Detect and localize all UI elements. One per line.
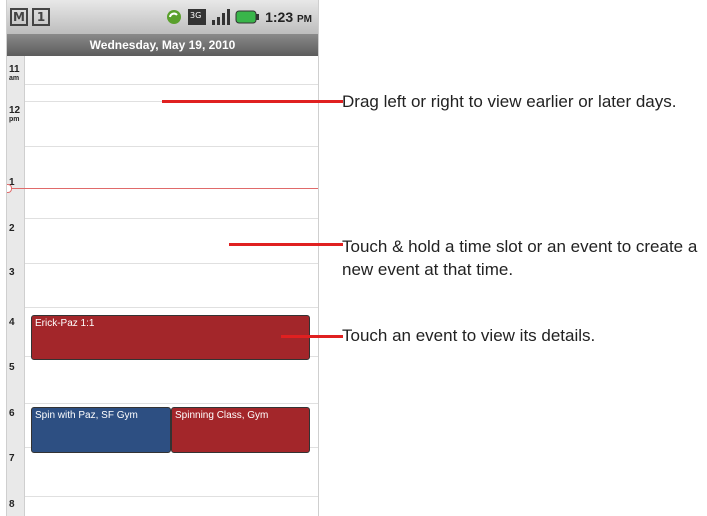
svg-text:3G: 3G [190,11,201,20]
day-header: Wednesday, May 19, 2010 [7,34,318,56]
event-spinning-class[interactable]: Spinning Class, Gym [171,407,310,453]
callout-line-touch-event [281,335,343,338]
hour-gridline [25,263,318,264]
hour-label: 6 [9,408,15,419]
hour-label: 5 [9,362,15,373]
callout-touch-hold-text: Touch & hold a time slot or an event to … [342,237,698,279]
event-title: Spinning Class, Gym [175,410,269,421]
hour-label: 4 [9,317,15,328]
hour-gridline [25,146,318,147]
event-spin-with-paz[interactable]: Spin with Paz, SF Gym [31,407,171,453]
status-bar: M 1 3G 1:23 PM [7,0,318,34]
status-bar-left: M 1 [10,6,54,28]
calendar-phone-screen: M 1 3G 1:23 PM Wednesday, May 19, 2010 1… [6,0,319,516]
hour-label: 7 [9,453,15,464]
gmail-icon: M [10,8,28,26]
hour-gridline [25,496,318,497]
status-bar-right: 3G 1:23 PM [165,6,312,28]
sync-icon [167,10,182,24]
event-title: Erick-Paz 1:1 [35,318,95,329]
hour-gutter [7,56,25,516]
3g-icon: 3G [188,9,207,25]
hour-label: 8 [9,499,15,510]
current-time-line [7,188,318,189]
hour-label: 2 [9,223,15,234]
hour-label: 11 am [9,64,20,83]
callout-line-drag [162,100,343,103]
hour-gridline [25,218,318,219]
battery-icon [235,10,260,24]
hour-gridline [25,307,318,308]
hour-gridline [25,403,318,404]
hour-label: 3 [9,267,15,278]
callout-line-touch-hold [229,243,343,246]
hour-label: 12 pm [9,105,21,124]
callout-drag-text: Drag left or right to view earlier or la… [342,92,677,111]
event-erick-paz[interactable]: Erick-Paz 1:1 [31,315,310,360]
signal-icon [212,9,231,25]
hour-gridline [25,84,318,85]
callout-touch-event-text: Touch an event to view its details. [342,326,596,345]
calendar-notification-icon: 1 [32,8,50,26]
event-title: Spin with Paz, SF Gym [35,410,138,421]
status-time: 1:23 PM [265,9,312,25]
